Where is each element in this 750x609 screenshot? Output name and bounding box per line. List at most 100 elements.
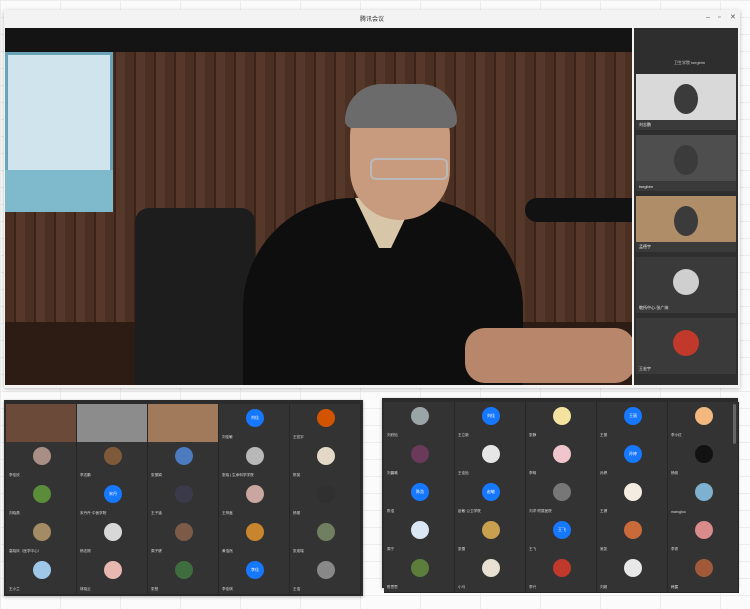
participant-cell[interactable]: 小马: [455, 554, 526, 593]
participant-cell[interactable]: [77, 404, 148, 443]
participant-name: 李佳琪: [222, 587, 233, 591]
participant-silhouette: [674, 84, 698, 114]
participant-name: 刘超: [600, 585, 608, 589]
participant-cell[interactable]: 李佳 李佳琪: [219, 556, 290, 595]
participant-cell[interactable]: 高晓凤（医学中心）: [6, 518, 77, 557]
participant-cell[interactable]: 刘欣怡: [384, 402, 455, 441]
participant-cell[interactable]: 陈浩 陈浩: [384, 478, 455, 517]
participant-cell[interactable]: 刘晓燕: [6, 480, 77, 519]
participant-cell[interactable]: 李志鹏: [77, 442, 148, 481]
participant-name: 韩露: [671, 585, 679, 589]
participant-cell[interactable]: 赵敏 赵敏·公卫学院: [455, 478, 526, 517]
participant-avatar: [624, 559, 642, 577]
participant-cell[interactable]: 张静: [526, 402, 597, 441]
participant-avatar: [695, 521, 713, 539]
participant-avatar: 王丽: [624, 407, 642, 425]
participant-cell[interactable]: 黄浩然: [219, 518, 290, 557]
participant-cell[interactable]: 张成瑞: [290, 518, 361, 557]
participant-cell[interactable]: [6, 404, 77, 443]
participant-name: 敬所中心-张广纳: [639, 305, 669, 310]
participant-cell[interactable]: 李秀: [668, 516, 739, 555]
participant-name: 赵敏·公卫学院: [458, 509, 481, 513]
participant-cell[interactable]: 张晓 | 生命科学学院: [219, 442, 290, 481]
title-bar: 腾讯会议 – ▫ ✕: [4, 10, 740, 28]
participant-cell[interactable]: 张丽娟: [148, 442, 219, 481]
sidebar-participant-tile[interactable]: 刘志鹏: [636, 74, 736, 130]
close-icon[interactable]: ✕: [730, 14, 736, 22]
participant-cell[interactable]: 杨志刚: [77, 518, 148, 557]
participant-video: [148, 404, 218, 442]
participant-avatar: [175, 447, 193, 465]
participant-avatar: 宋丹: [104, 485, 122, 503]
participant-cell[interactable]: 李兴: [526, 554, 597, 593]
participant-cell[interactable]: 林晓云: [77, 556, 148, 595]
participant-cell[interactable]: 王梓鑫: [219, 480, 290, 519]
participant-cell[interactable]: 王飞 王飞: [526, 516, 597, 555]
participant-grid-right: 刘欣怡 刘佳 王立新 张静 王丽 王丽 李小红 刘晨曦 王佳怡 李明 孙婷 孙婷 杨帆 陈浩 陈浩 赵敏 赵敏·…: [382, 398, 739, 593]
participant-cell[interactable]: 王子涵: [148, 480, 219, 519]
sidebar-header: 卫生学院 tsegbim: [634, 28, 738, 74]
participant-cell[interactable]: [148, 404, 219, 443]
participant-cell[interactable]: 孙婷 孙婷: [597, 440, 668, 479]
participant-cell[interactable]: 陈英: [290, 442, 361, 481]
participant-cell[interactable]: 李佳欣: [6, 442, 77, 481]
participant-name: marsgloo: [671, 510, 686, 514]
participant-cell[interactable]: 周宁: [384, 516, 455, 555]
participant-cell[interactable]: 王健: [597, 478, 668, 517]
participant-cell[interactable]: 陈思思: [384, 554, 455, 593]
participant-name: 孙婷: [600, 471, 608, 475]
participant-cell[interactable]: 李小红: [668, 402, 739, 441]
window-title: 腾讯会议: [359, 17, 384, 23]
participant-cell[interactable]: 杨丽: [290, 480, 361, 519]
sidebar-participant-tile[interactable]: 王宏宇: [636, 318, 736, 374]
participant-cell[interactable]: 王小兰: [6, 556, 77, 595]
participant-cell[interactable]: 周子健: [148, 518, 219, 557]
participant-cell[interactable]: 宋丹 宋丹丹·中医学院: [77, 480, 148, 519]
participant-cell[interactable]: 张慧: [148, 556, 219, 595]
participant-cell[interactable]: 吴凯: [597, 516, 668, 555]
participant-avatar: 王飞: [553, 521, 571, 539]
participant-name: 陈思思: [387, 585, 398, 589]
participant-cell[interactable]: 刘洋·附属医院: [526, 478, 597, 517]
participant-name: 张雪: [458, 547, 466, 551]
participant-avatar: [411, 559, 429, 577]
participant-cell[interactable]: 李明: [526, 440, 597, 479]
participant-silhouette: [674, 145, 698, 175]
participant-name: 吴凯: [600, 547, 608, 551]
participant-cell[interactable]: 刘佳 王立新: [455, 402, 526, 441]
participant-cell[interactable]: 杨帆: [668, 440, 739, 479]
participant-avatar: [624, 483, 642, 501]
participant-cell[interactable]: 刘晨曦: [384, 440, 455, 479]
participant-cell[interactable]: 王丽 王丽: [597, 402, 668, 441]
participant-cell[interactable]: marsgloo: [668, 478, 739, 517]
participant-cell[interactable]: 王浩: [290, 556, 361, 595]
participant-avatar: [411, 407, 429, 425]
maximize-icon[interactable]: ▫: [718, 14, 720, 22]
participant-name: 杨帆: [671, 471, 679, 475]
participant-avatar: [553, 483, 571, 501]
participant-silhouette: [674, 206, 698, 236]
minimize-icon[interactable]: –: [706, 14, 710, 22]
sidebar-participant-tile[interactable]: 孟德宇: [636, 196, 736, 252]
sidebar-header-label: 卫生学院 tsegbim: [674, 60, 706, 65]
participant-name: 刘晨曦: [387, 471, 398, 475]
sidebar-participant-tile[interactable]: tsegbim: [636, 135, 736, 191]
participant-name: 张丽娟: [151, 473, 162, 477]
main-speaker-video[interactable]: [5, 28, 632, 385]
participant-avatar: [104, 523, 122, 541]
participant-avatar: [317, 447, 335, 465]
participant-name: 李佳欣: [9, 473, 20, 477]
participant-avatar: [317, 523, 335, 541]
participant-avatar: [624, 521, 642, 539]
participant-name: 王浩: [293, 587, 301, 591]
sidebar-participant-tile[interactable]: 敬所中心-张广纳: [636, 257, 736, 313]
participant-avatar: [695, 483, 713, 501]
participant-cell[interactable]: 刘佳 刘佳敏: [219, 404, 290, 443]
participant-name: 王丽: [600, 433, 608, 437]
scrollbar[interactable]: [733, 404, 736, 444]
participant-cell[interactable]: 王宏宇: [290, 404, 361, 443]
participant-cell[interactable]: 韩露: [668, 554, 739, 593]
participant-cell[interactable]: 刘超: [597, 554, 668, 593]
participant-cell[interactable]: 张雪: [455, 516, 526, 555]
participant-cell[interactable]: 王佳怡: [455, 440, 526, 479]
